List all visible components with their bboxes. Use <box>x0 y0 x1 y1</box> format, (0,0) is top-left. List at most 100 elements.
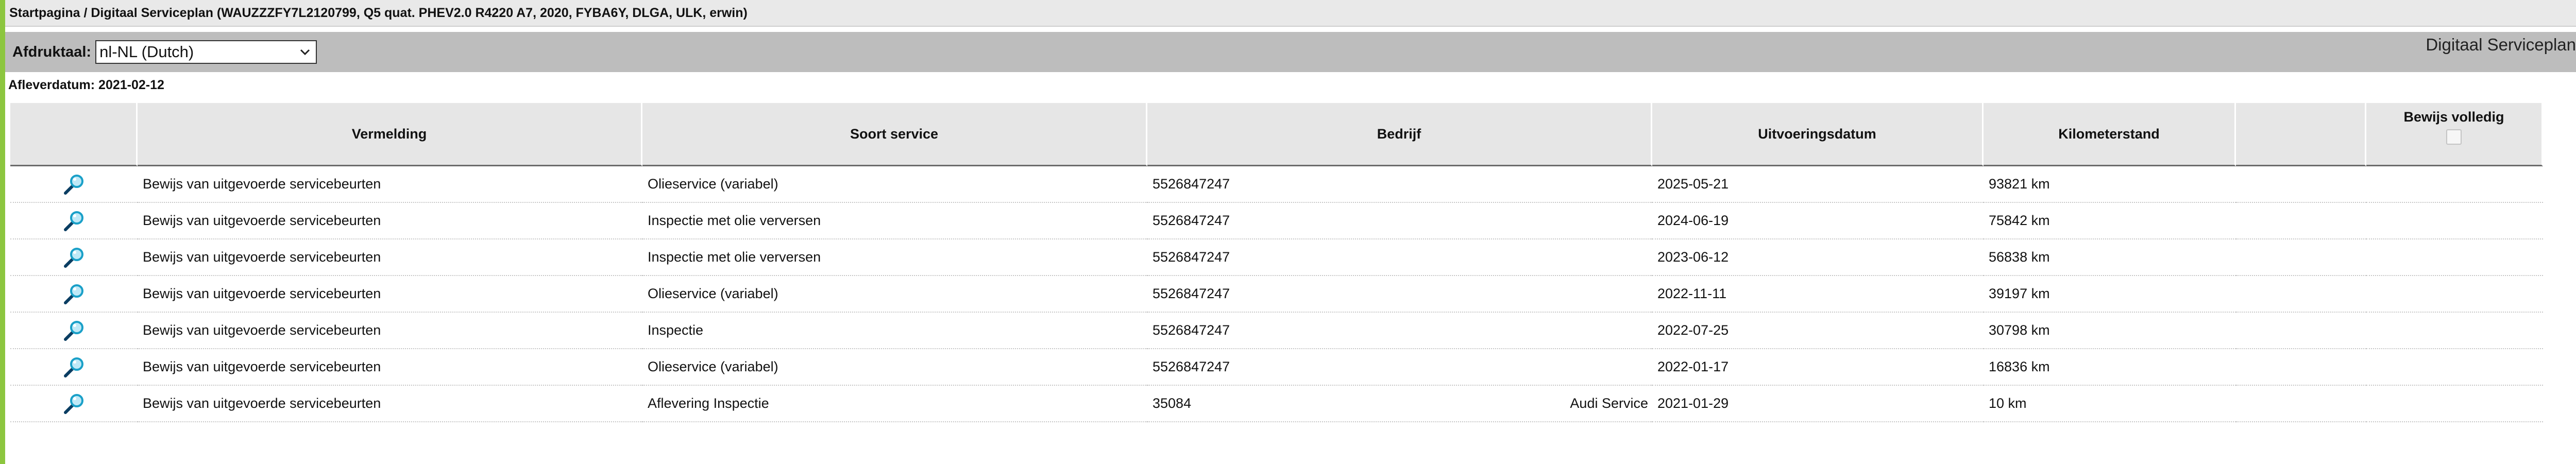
cell-entry: Bewijs van uitgevoerde servicebeurten <box>138 239 642 276</box>
cell-evidence <box>2366 239 2543 276</box>
cell-company: 35084 Audi Service <box>1147 386 1652 422</box>
magnifier-icon[interactable] <box>62 245 87 270</box>
company-wrap: 5526847247 <box>1153 213 1652 229</box>
table-row: Bewijs van uitgevoerde servicebeurten Ol… <box>10 349 2543 386</box>
cell-evidence <box>2366 276 2543 313</box>
cell-execution-date: 2022-11-11 <box>1652 276 1984 313</box>
breadcrumb[interactable]: Startpagina / Digitaal Serviceplan (WAUZ… <box>9 6 748 21</box>
cell-service-type: Olieservice (variabel) <box>642 349 1147 386</box>
breadcrumb-bar: Startpagina / Digitaal Serviceplan (WAUZ… <box>5 0 2576 27</box>
chevron-down-icon <box>300 49 310 56</box>
magnifier-icon[interactable] <box>62 355 87 380</box>
cell-blank <box>2236 386 2366 422</box>
magnifier-icon[interactable] <box>62 391 87 416</box>
cell-company: 5526847247 <box>1147 239 1652 276</box>
table-row: Bewijs van uitgevoerde servicebeurten In… <box>10 239 2543 276</box>
page-heading: Digitaal Serviceplan <box>2426 35 2576 54</box>
cell-blank <box>2236 239 2366 276</box>
cell-execution-date: 2024-06-19 <box>1652 203 1984 239</box>
cell-company: 5526847247 <box>1147 313 1652 349</box>
cell-blank <box>2236 203 2366 239</box>
cell-execution-date: 2022-07-25 <box>1652 313 1984 349</box>
cell-entry: Bewijs van uitgevoerde servicebeurten <box>138 166 642 203</box>
cell-company: 5526847247 <box>1147 203 1652 239</box>
cell-execution-date: 2022-01-17 <box>1652 349 1984 386</box>
cell-service-type: Aflevering Inspectie <box>642 386 1147 422</box>
cell-evidence <box>2366 386 2543 422</box>
cell-evidence <box>2366 166 2543 203</box>
cell-mileage: 16836 km <box>1984 349 2236 386</box>
row-action-cell <box>10 203 138 239</box>
company-number: 5526847247 <box>1153 286 1230 301</box>
company-wrap: 5526847247 <box>1153 176 1652 192</box>
cell-mileage: 10 km <box>1984 386 2236 422</box>
row-action-cell <box>10 386 138 422</box>
table-header-row: Vermelding Soort service Bedrijf Uitvoer… <box>10 103 2543 166</box>
evidence-complete-label: Bewijs volledig <box>2403 109 2504 125</box>
magnifier-icon[interactable] <box>62 282 87 306</box>
magnifier-icon[interactable] <box>62 209 87 233</box>
header-company: Bedrijf <box>1147 103 1652 166</box>
toolbar: Afdruktaal: nl-NL (Dutch) Digitaal Servi… <box>5 32 2576 72</box>
cell-service-type: Olieservice (variabel) <box>642 276 1147 313</box>
cell-company: 5526847247 <box>1147 166 1652 203</box>
row-action-cell <box>10 239 138 276</box>
company-wrap: 5526847247 <box>1153 286 1652 302</box>
cell-entry: Bewijs van uitgevoerde servicebeurten <box>138 349 642 386</box>
evidence-complete-checkbox[interactable] <box>2446 129 2462 145</box>
cell-company: 5526847247 <box>1147 349 1652 386</box>
company-number: 5526847247 <box>1153 176 1230 192</box>
header-evidence-complete: Bewijs volledig <box>2366 103 2543 166</box>
header-entry: Vermelding <box>138 103 642 166</box>
cell-evidence <box>2366 349 2543 386</box>
cell-company: 5526847247 <box>1147 276 1652 313</box>
company-wrap: 35084 Audi Service <box>1153 396 1652 411</box>
header-execution-date: Uitvoeringsdatum <box>1652 103 1984 166</box>
header-icon-column <box>10 103 138 166</box>
cell-blank <box>2236 166 2366 203</box>
table-row: Bewijs van uitgevoerde servicebeurten Ol… <box>10 276 2543 313</box>
company-wrap: 5526847247 <box>1153 322 1652 338</box>
company-name: Audi Service <box>1570 396 1648 411</box>
company-wrap: 5526847247 <box>1153 359 1652 375</box>
table-row: Bewijs van uitgevoerde servicebeurten In… <box>10 313 2543 349</box>
magnifier-icon[interactable] <box>62 172 87 197</box>
print-language-label: Afdruktaal: <box>12 43 92 60</box>
cell-mileage: 30798 km <box>1984 313 2236 349</box>
row-action-cell <box>10 276 138 313</box>
header-blank <box>2236 103 2366 166</box>
left-accent-rule <box>0 0 5 464</box>
cell-blank <box>2236 349 2366 386</box>
cell-service-type: Inspectie met olie verversen <box>642 239 1147 276</box>
cell-execution-date: 2021-01-29 <box>1652 386 1984 422</box>
delivery-date: Afleverdatum: 2021-02-12 <box>8 78 164 92</box>
company-wrap: 5526847247 <box>1153 249 1652 265</box>
cell-mileage: 75842 km <box>1984 203 2236 239</box>
cell-entry: Bewijs van uitgevoerde servicebeurten <box>138 276 642 313</box>
row-action-cell <box>10 166 138 203</box>
print-language-select[interactable]: nl-NL (Dutch) <box>95 40 317 64</box>
cell-evidence <box>2366 203 2543 239</box>
cell-service-type: Inspectie <box>642 313 1147 349</box>
cell-execution-date: 2025-05-21 <box>1652 166 1984 203</box>
cell-evidence <box>2366 313 2543 349</box>
cell-blank <box>2236 276 2366 313</box>
company-number: 5526847247 <box>1153 322 1230 338</box>
company-number: 5526847247 <box>1153 359 1230 374</box>
cell-blank <box>2236 313 2366 349</box>
row-action-cell <box>10 349 138 386</box>
cell-service-type: Inspectie met olie verversen <box>642 203 1147 239</box>
cell-entry: Bewijs van uitgevoerde servicebeurten <box>138 203 642 239</box>
company-number: 5526847247 <box>1153 213 1230 228</box>
table-row: Bewijs van uitgevoerde servicebeurten Ol… <box>10 166 2543 203</box>
magnifier-icon[interactable] <box>62 318 87 343</box>
cell-service-type: Olieservice (variabel) <box>642 166 1147 203</box>
print-language-value: nl-NL (Dutch) <box>99 43 194 61</box>
cell-entry: Bewijs van uitgevoerde servicebeurten <box>138 313 642 349</box>
table-row: Bewijs van uitgevoerde servicebeurten In… <box>10 203 2543 239</box>
cell-mileage: 56838 km <box>1984 239 2236 276</box>
table-row: Bewijs van uitgevoerde servicebeurten Af… <box>10 386 2543 422</box>
company-number: 35084 <box>1153 396 1192 411</box>
row-action-cell <box>10 313 138 349</box>
cell-entry: Bewijs van uitgevoerde servicebeurten <box>138 386 642 422</box>
